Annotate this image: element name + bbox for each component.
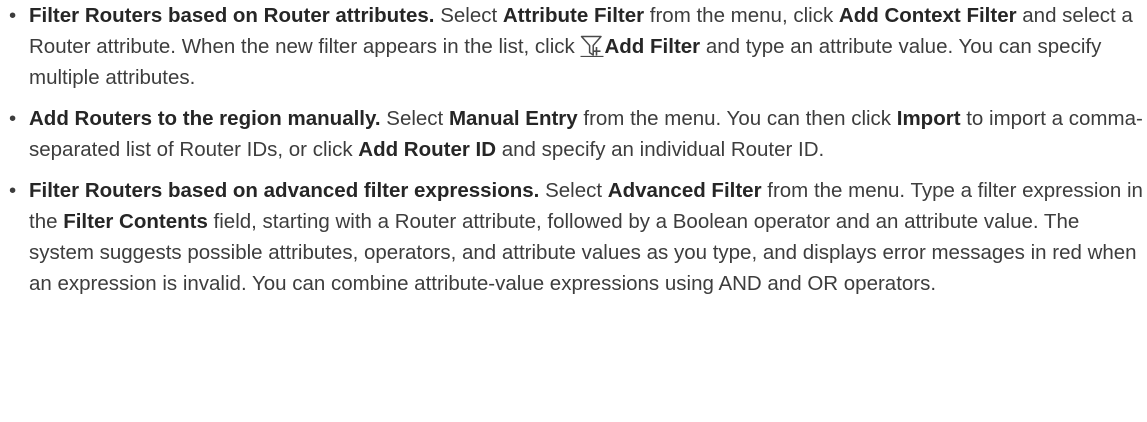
item-lead: Filter Routers based on Router attribute… <box>29 4 435 27</box>
menu-option-attribute-filter: Attribute Filter <box>502 4 645 27</box>
item-text: and specify an individual Router ID. <box>496 138 825 161</box>
add-filter-icon <box>580 35 604 57</box>
button-ref-add-context-filter: Add Context Filter <box>838 4 1017 27</box>
menu-option-manual-entry: Manual Entry <box>448 107 578 130</box>
item-lead: Filter Routers based on advanced filter … <box>29 179 540 202</box>
bullet: • <box>9 4 17 27</box>
list-item-manual-entry: • Add Routers to the region manually. Sel… <box>0 103 1147 165</box>
button-ref-add-filter: Add Filter <box>604 35 701 58</box>
field-ref-filter-contents: Filter Contents <box>63 210 208 233</box>
item-text: Select <box>434 4 503 27</box>
item-lead: Add Routers to the region manually. <box>29 107 381 130</box>
item-text: from the menu, click <box>644 4 839 27</box>
menu-option-advanced-filter: Advanced Filter <box>607 179 762 202</box>
bullet: • <box>9 107 17 130</box>
list-item-attribute-filter: • Filter Routers based on Router attribut… <box>0 0 1147 93</box>
item-text: Select <box>380 107 449 130</box>
button-ref-import: Import <box>896 107 961 130</box>
bullet-list: • Filter Routers based on Router attribut… <box>0 0 1147 299</box>
list-item-advanced-filter: • Filter Routers based on advanced filter… <box>0 175 1147 299</box>
item-text: from the menu. You can then click <box>577 107 897 130</box>
bullet: • <box>9 179 17 202</box>
item-text: Select <box>539 179 608 202</box>
button-ref-add-router-id: Add Router ID <box>358 138 497 161</box>
